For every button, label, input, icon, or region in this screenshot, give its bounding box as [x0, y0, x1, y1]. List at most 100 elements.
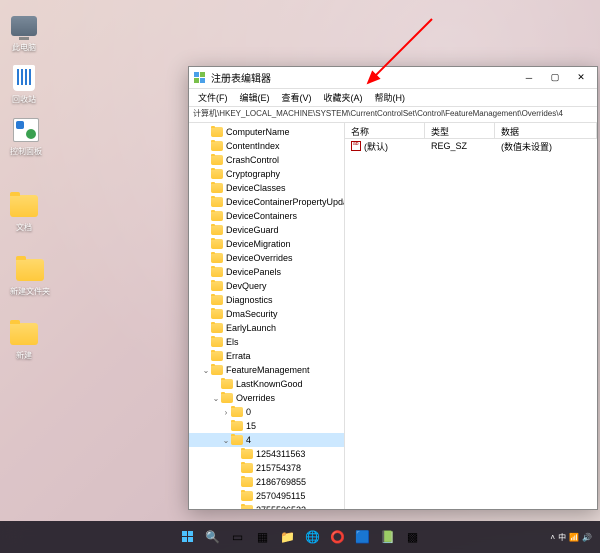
folder-icon [241, 505, 253, 509]
titlebar[interactable]: 注册表编辑器 ─ ▢ ✕ [189, 67, 597, 89]
tree-node[interactable]: ›0 [189, 405, 344, 419]
tree-node[interactable]: Els [189, 335, 344, 349]
folder-icon [221, 379, 233, 389]
menu-view[interactable]: 查看(V) [277, 89, 317, 106]
volume-icon[interactable]: 🔊 [582, 533, 592, 542]
chevron-up-icon[interactable]: ˄ [550, 533, 555, 542]
tree-label: DevQuery [226, 281, 267, 291]
desktop-icon-folder[interactable]: 新建文件夹 [10, 256, 50, 297]
tree-node[interactable]: DmaSecurity [189, 307, 344, 321]
tree-label: Errata [226, 351, 251, 361]
folder-icon [211, 267, 223, 277]
edge-icon[interactable]: 🌐 [303, 527, 323, 547]
column-type[interactable]: 类型 [425, 123, 495, 138]
tree-node[interactable]: DeviceMigration [189, 237, 344, 251]
tree-node[interactable]: 15 [189, 419, 344, 433]
folder-icon [211, 253, 223, 263]
folder-icon [211, 155, 223, 165]
tree-node[interactable]: ComputerName [189, 125, 344, 139]
folder-icon [231, 421, 243, 431]
tree-node[interactable]: ContentIndex [189, 139, 344, 153]
tree-node[interactable]: EarlyLaunch [189, 321, 344, 335]
tree-node[interactable]: Diagnostics [189, 293, 344, 307]
value-row[interactable]: (默认) REG_SZ (数值未设置) [345, 139, 597, 153]
ime-icon[interactable]: 中 [558, 532, 566, 543]
start-button[interactable] [178, 527, 198, 547]
tree-node[interactable]: 2186769855 [189, 475, 344, 489]
column-data[interactable]: 数据 [495, 123, 597, 138]
desktop-icon-control-panel[interactable]: 控制面板 [10, 116, 42, 157]
explorer-icon[interactable]: 📁 [278, 527, 298, 547]
desktop-icon-folder[interactable]: 文档 [10, 192, 38, 233]
tree-node[interactable]: DeviceClasses [189, 181, 344, 195]
tree-label: DeviceMigration [226, 239, 291, 249]
menu-favorites[interactable]: 收藏夹(A) [319, 89, 368, 106]
menubar: 文件(F) 编辑(E) 查看(V) 收藏夹(A) 帮助(H) [189, 89, 597, 107]
tree-label: LastKnownGood [236, 379, 303, 389]
expand-toggle-icon[interactable]: ⌄ [201, 366, 211, 375]
tree-node[interactable]: DeviceOverrides [189, 251, 344, 265]
minimize-button[interactable]: ─ [517, 69, 541, 87]
folder-icon [211, 183, 223, 193]
taskbar[interactable]: 🔍 ▭ ▦ 📁 🌐 ⭕ 🟦 📗 ▩ ˄ 中 📶 🔊 [0, 521, 600, 553]
tree-node[interactable]: DevQuery [189, 279, 344, 293]
tree-node[interactable]: LastKnownGood [189, 377, 344, 391]
string-value-icon [351, 141, 361, 151]
chrome-icon[interactable]: ⭕ [328, 527, 348, 547]
close-button[interactable]: ✕ [569, 69, 593, 87]
tree-label: DevicePanels [226, 267, 281, 277]
registry-tree[interactable]: ComputerName ContentIndex CrashControlCryp… [189, 123, 345, 509]
tree-label: DeviceContainerPropertyUpda [226, 197, 345, 207]
folder-icon [211, 295, 223, 305]
menu-help[interactable]: 帮助(H) [370, 89, 411, 106]
folder-icon [211, 225, 223, 235]
tree-node[interactable]: 215754378 [189, 461, 344, 475]
tree-node[interactable]: ⌄Overrides [189, 391, 344, 405]
folder-icon [241, 477, 253, 487]
column-name[interactable]: 名称 [345, 123, 425, 138]
registry-editor-window: 注册表编辑器 ─ ▢ ✕ 文件(F) 编辑(E) 查看(V) 收藏夹(A) 帮助… [188, 66, 598, 510]
widgets-icon[interactable]: ▦ [253, 527, 273, 547]
folder-icon [231, 407, 243, 417]
task-view-icon[interactable]: ▭ [228, 527, 248, 547]
tree-label: EarlyLaunch [226, 323, 276, 333]
tree-label: DeviceOverrides [226, 253, 293, 263]
expand-toggle-icon[interactable]: ⌄ [221, 436, 231, 445]
tree-node[interactable]: 2570495115 [189, 489, 344, 503]
tree-node[interactable]: DeviceGuard [189, 223, 344, 237]
address-bar[interactable]: 计算机\HKEY_LOCAL_MACHINE\SYSTEM\CurrentCon… [189, 107, 597, 123]
folder-icon [211, 281, 223, 291]
menu-edit[interactable]: 编辑(E) [235, 89, 275, 106]
tree-node[interactable]: DeviceContainerPropertyUpda [189, 195, 344, 209]
tree-node[interactable]: 2755536522 [189, 503, 344, 509]
tree-node[interactable]: 1254311563 [189, 447, 344, 461]
search-icon[interactable]: 🔍 [203, 527, 223, 547]
tree-label: Diagnostics [226, 295, 273, 305]
desktop-icon-recycle[interactable]: 回收站 [10, 64, 38, 105]
folder-icon [241, 449, 253, 459]
tree-label: ContentIndex [226, 141, 280, 151]
tree-node[interactable]: DeviceContainers [189, 209, 344, 223]
tree-label: DeviceClasses [226, 183, 286, 193]
menu-file[interactable]: 文件(F) [193, 89, 233, 106]
network-icon[interactable]: 📶 [569, 533, 579, 542]
tree-node[interactable]: ⌄4 [189, 433, 344, 447]
expand-toggle-icon[interactable]: › [221, 408, 231, 417]
folder-icon [211, 309, 223, 319]
tree-node[interactable]: DevicePanels [189, 265, 344, 279]
expand-toggle-icon[interactable]: ⌄ [211, 394, 221, 403]
app-icon[interactable]: 📗 [378, 527, 398, 547]
app-icon[interactable]: 🟦 [353, 527, 373, 547]
maximize-button[interactable]: ▢ [543, 69, 567, 87]
tree-node[interactable]: ⌄FeatureManagement [189, 363, 344, 377]
desktop-icon-folder[interactable]: 新建 [10, 320, 38, 361]
icon-label: 此电脑 [12, 42, 36, 53]
folder-icon [231, 435, 243, 445]
value-data: (数值未设置) [495, 140, 597, 153]
tree-node[interactable]: Errata [189, 349, 344, 363]
tree-node[interactable]: CrashControl [189, 153, 344, 167]
tree-node[interactable]: Cryptography [189, 167, 344, 181]
system-tray[interactable]: ˄ 中 📶 🔊 [550, 532, 592, 543]
desktop-icon-computer[interactable]: 此电脑 [10, 12, 38, 53]
regedit-taskbar-icon[interactable]: ▩ [403, 527, 423, 547]
